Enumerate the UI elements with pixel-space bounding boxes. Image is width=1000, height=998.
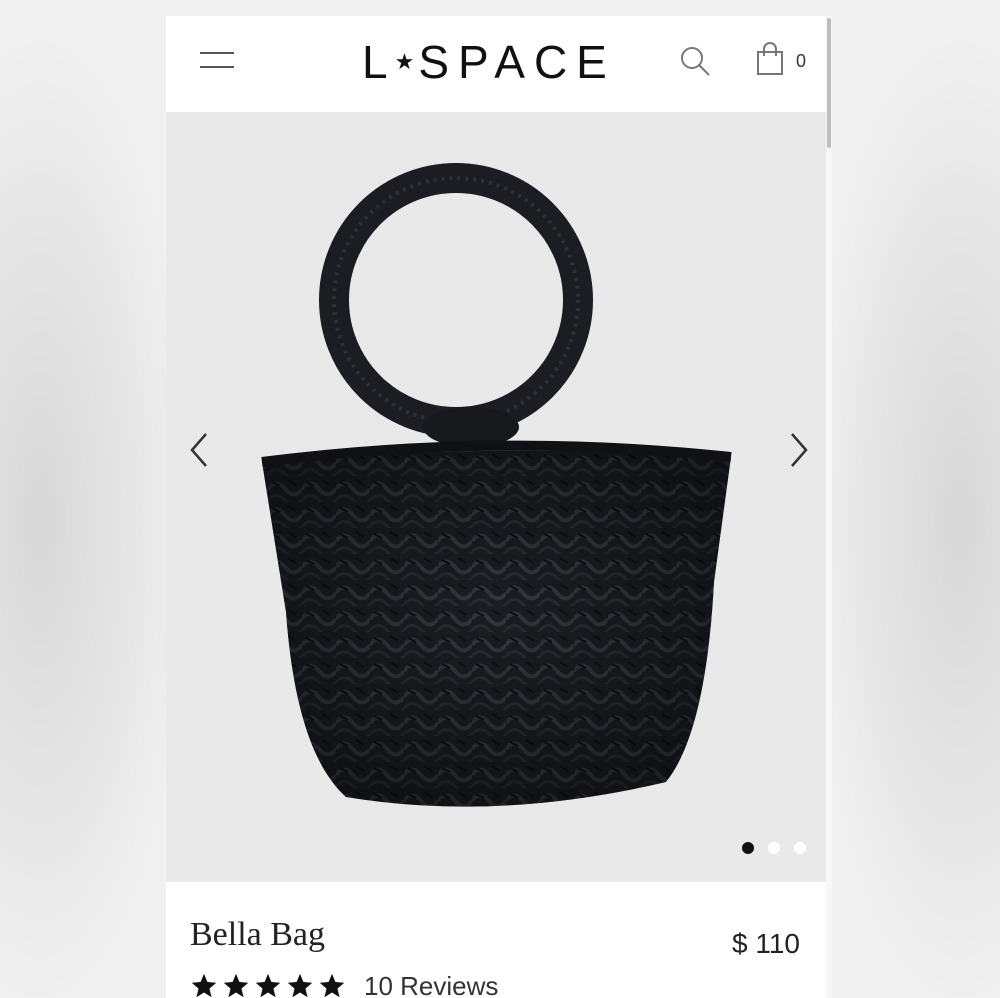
site-header: L ★ SPACE 0: [166, 16, 826, 112]
logo-text-left: L: [362, 36, 397, 88]
carousel-dot-2[interactable]: [768, 842, 780, 854]
product-name: Bella Bag: [190, 916, 326, 953]
carousel-dot-3[interactable]: [794, 842, 806, 854]
search-icon[interactable]: [678, 44, 712, 78]
carousel-dot-1[interactable]: [742, 842, 754, 854]
shopping-bag-icon[interactable]: [756, 42, 784, 76]
brand-logo[interactable]: L ★ SPACE: [362, 36, 622, 88]
logo-text-right: SPACE: [418, 36, 616, 88]
product-price: $ 110: [732, 928, 800, 959]
product-image-carousel[interactable]: [166, 112, 826, 882]
mobile-product-page: L ★ SPACE 0 Bella Bag $ 110 10 Reviews: [166, 16, 832, 998]
logo-star: ★: [394, 49, 415, 74]
cart-count[interactable]: 0: [796, 51, 806, 72]
reviews-link[interactable]: 10 Reviews: [364, 971, 498, 998]
star-icon: [191, 973, 217, 998]
rating-stars: [190, 972, 346, 998]
carousel-dots: [742, 842, 806, 856]
scrollbar[interactable]: [826, 16, 832, 998]
scrollbar-thumb[interactable]: [827, 18, 831, 148]
star-icon: [287, 973, 313, 998]
chevron-left-icon[interactable]: [184, 430, 214, 470]
product-image: [261, 163, 732, 807]
star-icon: [319, 973, 345, 998]
star-icon: [223, 973, 249, 998]
chevron-right-icon[interactable]: [784, 430, 814, 470]
product-rating: 10 Reviews: [190, 968, 498, 998]
star-icon: [255, 973, 281, 998]
menu-icon[interactable]: [200, 50, 234, 70]
